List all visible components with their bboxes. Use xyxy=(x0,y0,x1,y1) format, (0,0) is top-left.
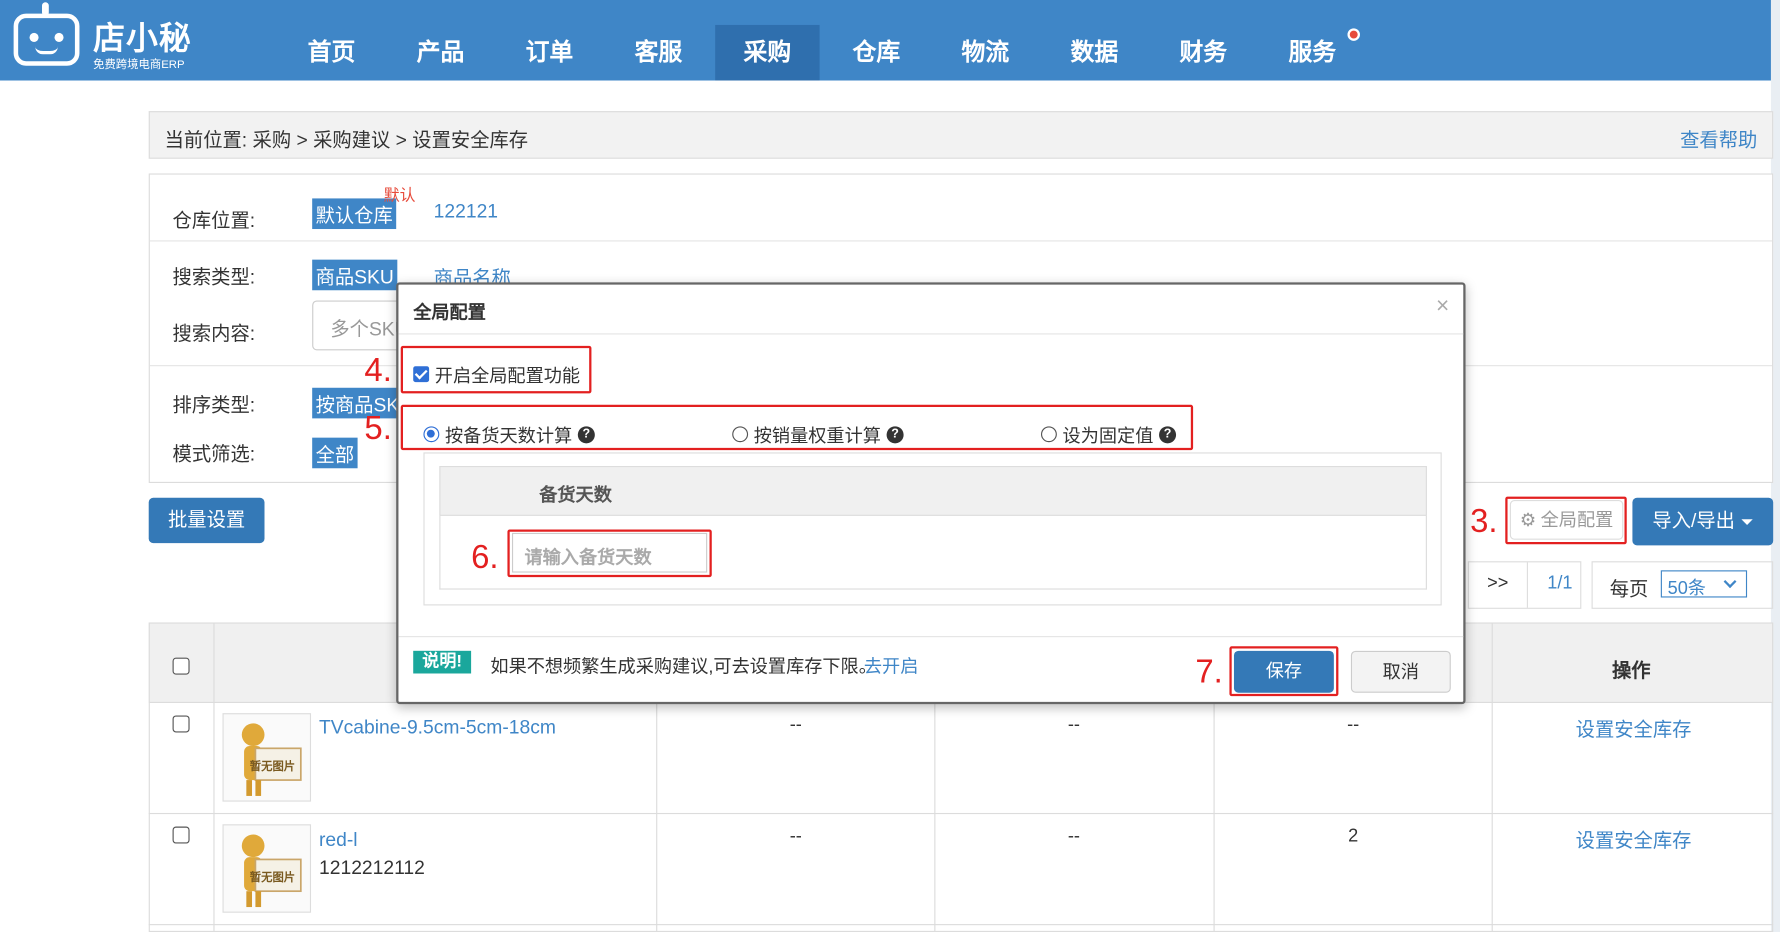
note-badge: 说明! xyxy=(413,650,472,674)
breadcrumb: 当前位置: 采购 > 采购建议 > 设置安全库存 xyxy=(164,129,529,151)
per-page-label: 每页 xyxy=(1609,578,1649,600)
header-operation: 操作 xyxy=(1611,659,1651,682)
default-tag: 默认 xyxy=(383,185,416,205)
annotation-box-global-config xyxy=(1505,496,1627,545)
nav-finance[interactable]: 财务 xyxy=(1151,25,1255,81)
row-checkbox[interactable] xyxy=(172,826,190,844)
stock-days-header: 备货天数 xyxy=(539,486,612,506)
search-type-sku-chip[interactable]: 商品SKU xyxy=(312,259,398,291)
cell-value: 2 xyxy=(1348,826,1359,846)
cell-value: -- xyxy=(1347,715,1360,735)
product-name-link[interactable]: red-l xyxy=(319,829,358,852)
annotation-box-calc-mode xyxy=(400,404,1194,451)
nav-warehouse[interactable]: 仓库 xyxy=(824,25,928,81)
import-export-label: 导入/导出 xyxy=(1652,510,1735,532)
nav-orders[interactable]: 订单 xyxy=(497,25,601,81)
nav-customer-service[interactable]: 客服 xyxy=(606,25,710,81)
mode-filter-label: 模式筛选: xyxy=(172,443,256,465)
annotation-box-save xyxy=(1229,646,1339,697)
modal-title: 全局配置 xyxy=(413,303,486,324)
annotation-step-5: 5. xyxy=(364,410,392,447)
annotation-step-3: 3. xyxy=(1470,503,1498,540)
import-export-button[interactable]: 导入/导出 xyxy=(1632,497,1774,546)
search-content-label: 搜索内容: xyxy=(172,323,256,345)
logo-name[interactable]: 店小秘 xyxy=(93,14,192,59)
annotation-box-days-input xyxy=(507,529,712,578)
cancel-button[interactable]: 取消 xyxy=(1350,650,1451,693)
nav-logistics[interactable]: 物流 xyxy=(933,25,1037,81)
annotation-box-enable xyxy=(400,345,592,394)
caret-down-icon xyxy=(1741,519,1754,525)
warehouse-option-122121[interactable]: 122121 xyxy=(434,201,498,224)
logo-subtitle: 免费跨境电商ERP xyxy=(93,58,185,72)
enable-stock-lower-limit-link[interactable]: 去开启 xyxy=(864,651,919,678)
annotation-step-6: 6. xyxy=(471,539,499,576)
no-image-text: 暂无图片 xyxy=(249,760,296,774)
set-safety-stock-link[interactable]: 设置安全库存 xyxy=(1576,824,1692,852)
modal-header xyxy=(398,285,1464,335)
mode-all-chip[interactable]: 全部 xyxy=(312,437,358,469)
sort-type-label: 排序类型: xyxy=(172,394,256,417)
nav-products[interactable]: 产品 xyxy=(388,25,492,81)
notification-dot xyxy=(1347,28,1360,41)
note-text: 如果不想频繁生成采购建议,可去设置库存下限。 xyxy=(490,657,877,677)
product-name-link[interactable]: TVcabine-9.5cm-5cm-18cm xyxy=(319,717,556,740)
close-icon[interactable]: × xyxy=(1436,295,1449,318)
cell-value: -- xyxy=(1067,715,1080,735)
cell-value: -- xyxy=(1067,826,1080,846)
batch-set-button[interactable]: 批量设置 xyxy=(148,497,265,544)
row-divider xyxy=(148,924,1774,926)
annotation-step-7: 7. xyxy=(1195,654,1223,691)
no-image-text: 暂无图片 xyxy=(249,871,296,885)
filter-divider xyxy=(149,240,1773,242)
cell-value: -- xyxy=(789,826,802,846)
nav-purchase[interactable]: 采购 xyxy=(715,24,820,81)
cell-value: -- xyxy=(789,715,802,735)
nav-home[interactable]: 首页 xyxy=(279,25,383,81)
annotation-step-4: 4. xyxy=(364,352,392,389)
row-checkbox[interactable] xyxy=(172,715,190,733)
pagination-separator xyxy=(1526,562,1528,608)
next-page-button[interactable]: >> xyxy=(1487,574,1508,594)
page-indicator[interactable]: 1/1 xyxy=(1547,574,1572,594)
select-all-checkbox[interactable] xyxy=(172,657,190,675)
product-sku-text: 1212212112 xyxy=(318,857,425,879)
warehouse-label: 仓库位置: xyxy=(172,209,256,232)
nav-data[interactable]: 数据 xyxy=(1042,25,1146,81)
search-type-label: 搜索类型: xyxy=(172,266,256,288)
help-link[interactable]: 查看帮助 xyxy=(1680,124,1757,152)
logo-robot-icon[interactable] xyxy=(13,13,80,66)
modal-footer-divider xyxy=(398,636,1464,638)
set-safety-stock-link[interactable]: 设置安全库存 xyxy=(1576,713,1692,741)
